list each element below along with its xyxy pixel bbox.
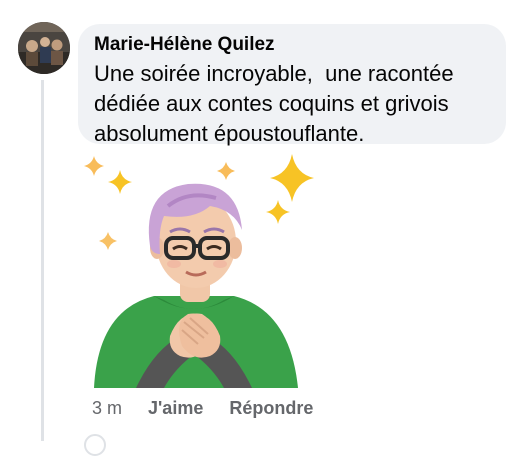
comment-author[interactable]: Marie-Hélène Quilez	[94, 33, 492, 57]
sparkle-icon	[84, 156, 104, 176]
sparkle-icon	[266, 200, 290, 224]
sparkle-icon	[108, 170, 132, 194]
comment-bubble: Marie-Hélène Quilez Une soirée incroyabl…	[78, 24, 506, 146]
reply-avatar-placeholder	[84, 434, 106, 456]
comment-text: Une soirée incroyable, une racontée dédi…	[94, 61, 454, 146]
comment-actions: 3 m J'aime Répondre	[92, 396, 313, 420]
reply-button[interactable]: Répondre	[229, 398, 313, 419]
like-button[interactable]: J'aime	[148, 398, 203, 419]
sparkle-icon	[270, 154, 314, 202]
sparkle-icon	[217, 162, 235, 180]
sparkle-icon	[99, 232, 117, 250]
avatar[interactable]	[18, 22, 70, 74]
comment-timestamp[interactable]: 3 m	[92, 398, 122, 419]
thread-line	[41, 80, 44, 441]
avatar-photo	[18, 22, 70, 74]
grateful-avatar-sticker[interactable]	[84, 150, 324, 390]
